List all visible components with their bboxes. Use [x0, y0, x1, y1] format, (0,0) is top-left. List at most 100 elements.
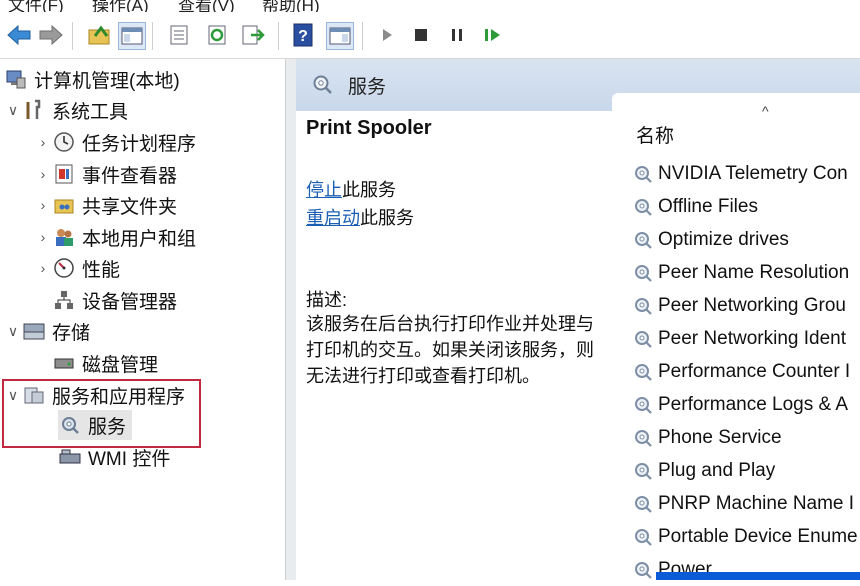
column-header-name[interactable]: 名称 — [636, 121, 674, 148]
services-pane: 服务 Print Spooler 停止此服务 重启动此服务 描述: 该服务在后台… — [296, 59, 860, 580]
service-gear-icon — [632, 229, 654, 251]
resume-icon[interactable] — [480, 22, 506, 48]
tree-item-label: 存储 — [52, 322, 91, 344]
highlight-box — [2, 379, 201, 448]
service-row[interactable]: Power — [632, 555, 712, 585]
service-row-name: Phone Service — [658, 427, 782, 448]
selected-row[interactable] — [656, 572, 860, 580]
storage-icon — [22, 319, 46, 343]
service-gear-icon — [632, 460, 654, 482]
expand-arrow[interactable]: › — [34, 197, 52, 213]
refresh-icon[interactable] — [204, 22, 230, 48]
service-row[interactable]: Offline Files — [632, 192, 758, 222]
service-gear-icon — [632, 427, 654, 449]
play-icon[interactable] — [374, 22, 400, 48]
splitter[interactable] — [286, 59, 296, 580]
performance-icon — [52, 256, 76, 280]
expand-arrow[interactable]: › — [34, 166, 52, 182]
clock-icon — [52, 130, 76, 154]
sort-indicator: ^ — [762, 103, 769, 119]
service-gear-icon — [632, 526, 654, 548]
service-row-name: Peer Networking Grou — [658, 295, 846, 316]
menu-view[interactable]: 查看(V) — [178, 0, 235, 12]
service-row[interactable]: Phone Service — [632, 423, 782, 453]
tree-item-computer-management[interactable]: 计算机管理(本地) — [4, 64, 180, 94]
tree-item-local-users[interactable]: › 本地用户和组 — [34, 222, 196, 252]
wmi-icon — [58, 445, 82, 469]
service-row-name: Offline Files — [658, 196, 758, 217]
service-gear-icon — [632, 394, 654, 416]
stop-icon[interactable] — [408, 22, 434, 48]
stop-link[interactable]: 停止 — [306, 180, 342, 200]
pause-icon[interactable] — [444, 22, 470, 48]
service-gear-icon — [632, 361, 654, 383]
help-icon[interactable]: ? — [290, 22, 316, 48]
menu-action[interactable]: 操作(A) — [92, 0, 149, 12]
show-action-pane-icon[interactable] — [326, 22, 354, 50]
service-row-name: Portable Device Enume — [658, 526, 858, 547]
show-tree-icon[interactable] — [118, 22, 146, 50]
services-list: ^ 名称 NVIDIA Telemetry Con Offline Files Op… — [612, 93, 860, 580]
properties-icon[interactable] — [166, 22, 192, 48]
service-row-name: Performance Logs & A — [658, 394, 849, 415]
export-icon[interactable] — [240, 22, 266, 48]
stop-suffix: 此服务 — [342, 180, 396, 200]
restart-suffix: 此服务 — [360, 208, 414, 228]
tree-item-label: 共享文件夹 — [82, 196, 178, 218]
disk-icon — [52, 351, 76, 375]
tree-item-label: 设备管理器 — [82, 291, 178, 313]
tree-item-shared-folders[interactable]: › 共享文件夹 — [34, 190, 177, 220]
tree-item-performance[interactable]: › 性能 — [34, 253, 120, 283]
menu-help[interactable]: 帮助(H) — [262, 0, 320, 12]
description-text: 该服务在后台执行打印作业并处理与打印机的交互。如果关闭该服务，则无法进行打印或查… — [306, 314, 594, 386]
service-row[interactable]: Plug and Play — [632, 456, 775, 486]
restart-link[interactable]: 重启动 — [306, 208, 360, 228]
service-row[interactable]: PNRP Machine Name I — [632, 489, 854, 519]
expand-arrow[interactable]: › — [34, 229, 52, 245]
tree-item-label: 本地用户和组 — [82, 228, 197, 250]
service-row-name: Optimize drives — [658, 229, 789, 250]
service-gear-icon — [632, 559, 654, 581]
service-row[interactable]: Performance Counter I — [632, 357, 850, 387]
service-row[interactable]: NVIDIA Telemetry Con — [632, 159, 848, 189]
users-icon — [52, 225, 76, 249]
service-row[interactable]: Peer Networking Grou — [632, 291, 846, 321]
tree-item-label: 性能 — [82, 259, 121, 281]
expand-arrow[interactable]: › — [34, 260, 52, 276]
menu-file[interactable]: 文件(F) — [8, 0, 64, 12]
service-row[interactable]: Portable Device Enume — [632, 522, 858, 552]
service-name: Print Spooler — [306, 117, 432, 139]
tree-item-system-tools[interactable]: ∨ 系统工具 — [4, 95, 128, 125]
expand-arrow[interactable]: › — [34, 134, 52, 150]
menubar: 文件(F) 操作(A) 查看(V) 帮助(H) — [0, 0, 860, 12]
expand-arrow[interactable]: ∨ — [4, 102, 22, 119]
tree-item-device-manager[interactable]: 设备管理器 — [52, 285, 177, 315]
tree-item-storage[interactable]: ∨ 存储 — [4, 316, 90, 346]
navigation-tree: 计算机管理(本地) ∨ 系统工具 › 任务计划程序 › 事件查看器 › 共享文件… — [0, 59, 286, 580]
service-row[interactable]: Performance Logs & A — [632, 390, 848, 420]
service-gear-icon — [632, 196, 654, 218]
tree-item-label: 事件查看器 — [82, 165, 178, 187]
tree-item-event-viewer[interactable]: › 事件查看器 — [34, 159, 177, 189]
description-label: 描述: — [306, 290, 348, 310]
service-gear-icon — [632, 295, 654, 317]
service-row-name: NVIDIA Telemetry Con — [658, 163, 848, 184]
back-icon[interactable] — [6, 22, 32, 48]
service-row[interactable]: Optimize drives — [632, 225, 789, 255]
service-row[interactable]: Peer Networking Ident — [632, 324, 846, 354]
service-row[interactable]: Peer Name Resolution — [632, 258, 849, 288]
up-folder-icon[interactable] — [86, 22, 112, 48]
expand-arrow[interactable]: ∨ — [4, 323, 22, 340]
shared-folder-icon — [52, 193, 76, 217]
pane-title: 服务 — [348, 77, 387, 98]
tree-item-task-scheduler[interactable]: › 任务计划程序 — [34, 127, 196, 157]
forward-icon[interactable] — [38, 22, 64, 48]
service-gear-icon — [632, 328, 654, 350]
tree-item-label: 计算机管理(本地) — [34, 70, 180, 92]
service-gear-icon — [310, 72, 334, 101]
device-manager-icon — [52, 288, 76, 312]
stop-service-action: 停止此服务 — [306, 176, 396, 202]
toolbar: ? — [0, 12, 860, 59]
tree-item-disk-management[interactable]: 磁盘管理 — [52, 348, 158, 378]
service-row-name: Performance Counter I — [658, 361, 851, 382]
